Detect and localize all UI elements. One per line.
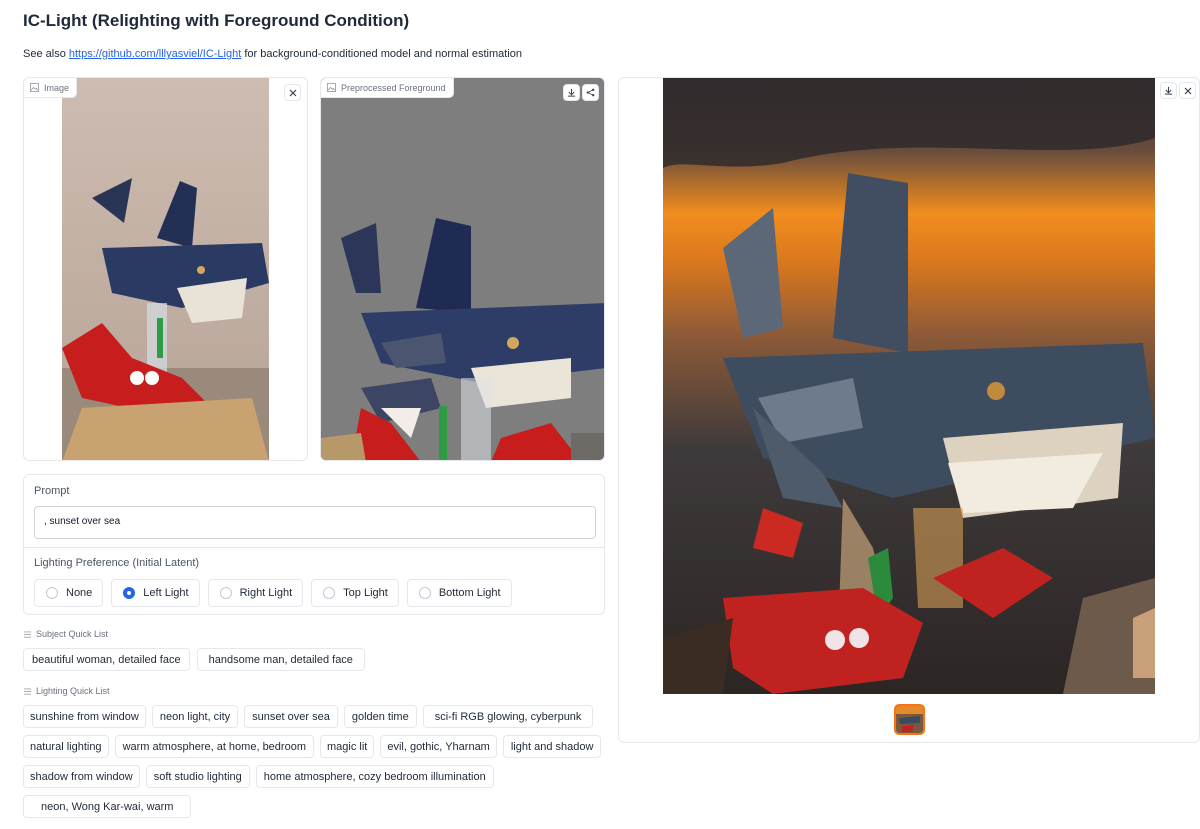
option-label: Top Light — [343, 587, 388, 599]
close-icon — [289, 89, 296, 96]
lighting-chip[interactable]: warm atmosphere, at home, bedroom — [114, 735, 314, 758]
image-icon — [327, 83, 336, 92]
lighting-quick-list: sunshine from window neon light, city su… — [23, 705, 605, 818]
subject-quick-list-text: Subject Quick List — [36, 629, 109, 639]
lighting-quick-list-text: Lighting Quick List — [36, 686, 110, 696]
lighting-chip[interactable]: neon, Wong Kar-wai, warm — [23, 795, 192, 818]
close-icon — [1184, 87, 1191, 94]
page-subtitle: See also https://github.com/lllyasviel/I… — [23, 48, 522, 60]
lighting-preference-label: Lighting Preference (Initial Latent) — [34, 557, 200, 569]
prompt-input[interactable]: , sunset over sea — [34, 506, 596, 539]
lighting-option-none[interactable]: None — [34, 579, 104, 607]
gallery-thumbnail[interactable] — [894, 704, 925, 735]
download-preprocessed-button[interactable] — [563, 84, 580, 101]
download-icon — [567, 88, 576, 97]
prompt-label: Prompt — [34, 485, 70, 497]
preprocessed-foreground-panel: Preprocessed Foreground — [320, 77, 605, 461]
list-icon — [24, 687, 31, 695]
lighting-chip[interactable]: sunset over sea — [244, 705, 338, 728]
input-image-label-text: Image — [44, 82, 70, 93]
lighting-option-top[interactable]: Top Light — [311, 579, 399, 607]
subject-chip[interactable]: handsome man, detailed face — [196, 648, 365, 671]
lighting-chip[interactable]: home atmosphere, cozy bedroom illuminati… — [255, 765, 494, 788]
output-image-panel — [618, 77, 1200, 743]
lighting-option-left[interactable]: Left Light — [111, 579, 200, 607]
radio-dot — [219, 587, 232, 599]
github-link[interactable]: https://github.com/lllyasviel/IC-Light — [69, 48, 241, 60]
option-label: Right Light — [239, 587, 293, 599]
subject-quick-list: beautiful woman, detailed face handsome … — [23, 648, 605, 671]
input-image-label: Image — [24, 78, 78, 98]
lighting-options: None Left Light Right Light Top Light Bo… — [34, 579, 512, 607]
subject-chip[interactable]: beautiful woman, detailed face — [23, 648, 190, 671]
option-label: Bottom Light — [438, 587, 501, 599]
output-image — [663, 78, 1155, 694]
settings-form: Prompt , sunset over sea Lighting Prefer… — [23, 474, 605, 615]
radio-dot — [123, 587, 136, 599]
lighting-chip[interactable]: light and shadow — [502, 735, 602, 758]
share-preprocessed-button[interactable] — [582, 84, 599, 101]
page-title: IC-Light (Relighting with Foreground Con… — [23, 11, 410, 30]
preprocessed-label-text: Preprocessed Foreground — [341, 82, 446, 93]
lighting-quick-list-label: Lighting Quick List — [24, 686, 110, 696]
option-label: None — [66, 587, 93, 599]
preprocessed-label: Preprocessed Foreground — [321, 78, 454, 98]
lighting-option-bottom[interactable]: Bottom Light — [406, 579, 512, 607]
download-output-button[interactable] — [1160, 82, 1177, 99]
option-label: Left Light — [143, 587, 189, 599]
image-icon — [30, 83, 39, 92]
radio-dot — [418, 587, 431, 599]
lighting-chip[interactable]: sci-fi RGB glowing, cyberpunk — [422, 705, 594, 728]
lighting-chip[interactable]: evil, gothic, Yharnam — [380, 735, 497, 758]
lighting-chip[interactable]: neon light, city — [151, 705, 239, 728]
radio-dot — [323, 587, 336, 599]
lighting-chip[interactable]: golden time — [343, 705, 417, 728]
lighting-chip[interactable]: soft studio lighting — [145, 765, 250, 788]
input-image — [62, 78, 269, 460]
form-divider — [24, 547, 604, 548]
subtitle-prefix: See also — [23, 48, 66, 60]
download-icon — [1164, 86, 1173, 95]
lighting-chip[interactable]: natural lighting — [23, 735, 109, 758]
lighting-chip[interactable]: shadow from window — [23, 765, 140, 788]
clear-output-button[interactable] — [1179, 82, 1196, 99]
list-icon — [24, 630, 31, 638]
share-icon — [586, 88, 595, 97]
input-image-panel[interactable]: Image — [23, 77, 308, 461]
lighting-option-right[interactable]: Right Light — [207, 579, 304, 607]
subtitle-suffix: for background-conditioned model and nor… — [244, 48, 522, 60]
preprocessed-image — [321, 78, 604, 460]
lighting-chip[interactable]: sunshine from window — [23, 705, 146, 728]
clear-image-button[interactable] — [284, 84, 301, 101]
subject-quick-list-label: Subject Quick List — [24, 629, 108, 639]
lighting-chip[interactable]: magic lit — [319, 735, 375, 758]
radio-dot — [46, 587, 58, 599]
